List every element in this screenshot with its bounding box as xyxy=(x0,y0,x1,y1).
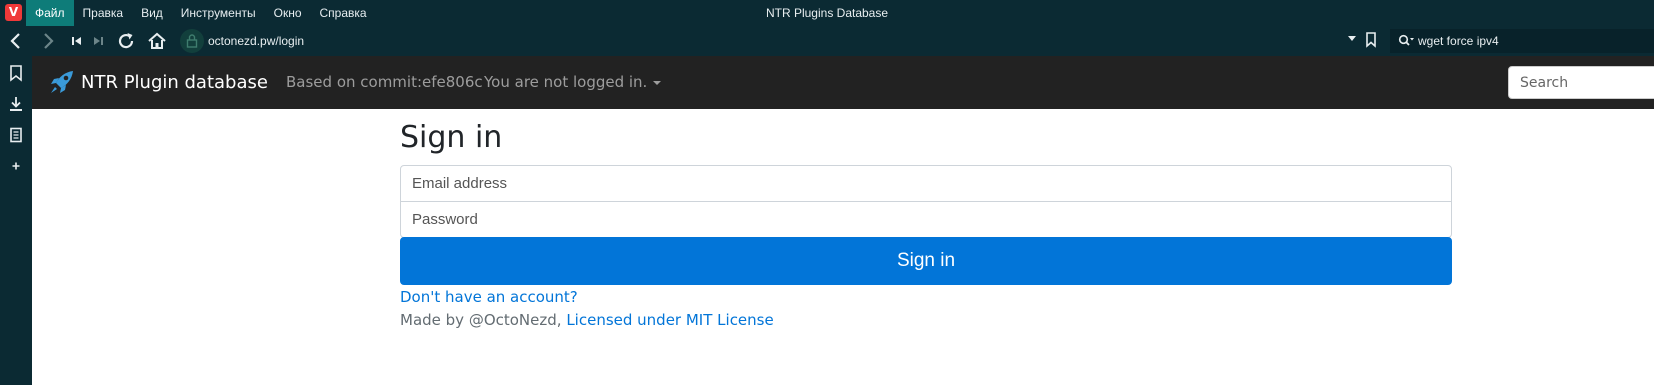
address-dropdown-icon[interactable] xyxy=(1348,36,1356,41)
side-add-panel-button[interactable] xyxy=(7,157,25,175)
side-bookmarks-button[interactable] xyxy=(7,64,25,82)
menu-items: Файл Правка Вид Инструменты Окно Справка xyxy=(26,0,376,26)
back-icon xyxy=(10,33,20,49)
site-brand-link[interactable]: NTR Plugin database xyxy=(81,56,268,109)
side-notes-button[interactable] xyxy=(7,126,25,144)
site-navbar: NTR Plugin database Based on commit:efe8… xyxy=(32,56,1654,109)
side-downloads-button[interactable] xyxy=(7,95,25,113)
menu-item-help[interactable]: Справка xyxy=(311,0,376,26)
bookmark-page-button[interactable] xyxy=(1364,30,1378,50)
bookmark-icon xyxy=(1366,32,1376,48)
page-title: Sign in xyxy=(400,120,503,155)
home-icon xyxy=(148,32,166,49)
made-by-text: Made by @OctoNezd, xyxy=(400,311,562,329)
page-footer: Made by @OctoNezd, Licensed under MIT Li… xyxy=(400,311,774,329)
menu-item-file[interactable]: Файл xyxy=(26,0,74,26)
web-page: NTR Plugin database Based on commit:efe8… xyxy=(32,56,1654,385)
lock-icon xyxy=(186,34,198,48)
site-search-input[interactable] xyxy=(1508,66,1654,99)
rocket-icon[interactable] xyxy=(48,68,76,96)
browser-navbar: octonezd.pw/login wget force ipv4 xyxy=(0,26,1654,56)
reload-icon xyxy=(118,33,134,49)
bookmarks-panel-icon xyxy=(10,65,22,82)
password-field[interactable] xyxy=(400,201,1452,238)
browser-search-field[interactable]: wget force ipv4 xyxy=(1390,29,1654,53)
rewind-icon xyxy=(72,37,81,45)
reload-button[interactable] xyxy=(114,29,138,53)
downloads-icon xyxy=(10,97,22,111)
fast-forward-icon xyxy=(94,37,103,45)
browser-search-text[interactable]: wget force ipv4 xyxy=(1418,29,1499,53)
menu-item-window[interactable]: Окно xyxy=(265,0,311,26)
home-button[interactable] xyxy=(145,29,169,53)
forward-button[interactable] xyxy=(36,29,60,53)
plus-icon xyxy=(12,162,20,170)
browser-side-panel xyxy=(0,56,32,385)
menu-item-tools[interactable]: Инструменты xyxy=(172,0,265,26)
menu-item-edit[interactable]: Правка xyxy=(74,0,133,26)
notes-icon xyxy=(10,127,22,143)
address-bar[interactable]: octonezd.pw/login xyxy=(180,29,1390,53)
back-button[interactable] xyxy=(4,29,28,53)
account-dropdown[interactable]: You are not logged in. xyxy=(484,56,662,109)
caret-down-icon xyxy=(653,80,662,85)
fast-forward-button[interactable] xyxy=(87,29,111,53)
license-link[interactable]: Licensed under MIT License xyxy=(566,311,773,329)
signup-link[interactable]: Don't have an account? xyxy=(400,288,578,306)
login-state-text: You are not logged in. xyxy=(484,73,648,91)
sign-in-button[interactable]: Sign in xyxy=(400,237,1452,285)
rewind-button[interactable] xyxy=(64,29,88,53)
browser-menubar: V Файл Правка Вид Инструменты Окно Справ… xyxy=(0,0,1654,26)
url-text[interactable]: octonezd.pw/login xyxy=(208,29,304,53)
forward-icon xyxy=(44,33,54,49)
search-engine-icon[interactable] xyxy=(1398,34,1416,48)
commit-info: Based on commit:efe806c xyxy=(286,73,483,91)
vivaldi-logo-icon[interactable]: V xyxy=(5,4,22,21)
site-info-button[interactable] xyxy=(180,29,204,53)
email-field[interactable] xyxy=(400,165,1452,202)
menu-item-view[interactable]: Вид xyxy=(132,0,172,26)
